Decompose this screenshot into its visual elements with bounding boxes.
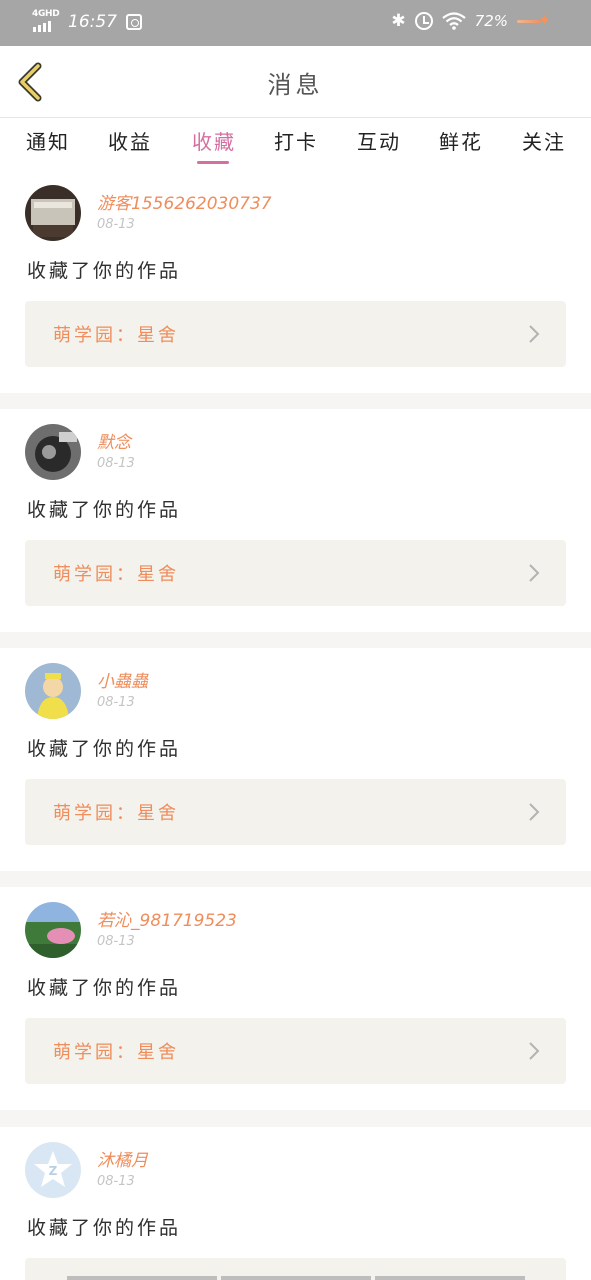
page-title: 消息 [267, 71, 324, 99]
chevron-right-icon [529, 803, 540, 821]
active-tab-indicator [197, 161, 229, 164]
message-item: 若沁_981719523 08-13 收藏了你的作品 萌学园：星舍 [0, 887, 591, 1110]
message-item: 小蟲蟲 08-13 收藏了你的作品 萌学园：星舍 [0, 648, 591, 871]
chevron-right-icon [529, 1042, 540, 1060]
work-link[interactable]: 萌学园：星舍 [25, 540, 566, 606]
wifi-icon [441, 12, 466, 30]
chevron-right-icon [529, 564, 540, 582]
username[interactable]: 默念 [97, 428, 131, 453]
username[interactable]: 若沁_981719523 [97, 906, 237, 931]
avatar[interactable] [25, 902, 81, 958]
work-title: 萌学园：星舍 [53, 325, 179, 346]
message-item: Z 沐橘月 08-13 收藏了你的作品 [0, 1127, 591, 1280]
work-link[interactable]: 萌学园：星舍 [25, 1018, 566, 1084]
alarm-icon [414, 12, 433, 30]
status-bar: 4GHD 16:57 ✱ 72% [0, 0, 591, 46]
tab-earnings[interactable]: 收益 [108, 126, 152, 155]
username[interactable]: 沐橘月 [97, 1146, 148, 1171]
tab-follows[interactable]: 关注 [522, 126, 566, 155]
message-date: 08-13 [97, 217, 135, 232]
message-tabs: 通知 收益 收藏 打卡 互动 鲜花 关注 [0, 118, 591, 170]
status-time: 16:57 [68, 12, 117, 32]
avatar[interactable] [25, 663, 81, 719]
message-action: 收藏了你的作品 [27, 260, 182, 282]
message-action: 收藏了你的作品 [27, 738, 182, 760]
message-item: 默念 08-13 收藏了你的作品 萌学园：星舍 [0, 409, 591, 632]
message-date: 08-13 [97, 1174, 135, 1189]
work-title: 萌学园：星舍 [53, 803, 179, 824]
username[interactable]: 游客1556262030737 [97, 189, 272, 214]
tab-flowers[interactable]: 鲜花 [439, 126, 483, 155]
avatar[interactable] [25, 424, 81, 480]
message-date: 08-13 [97, 934, 135, 949]
tab-checkin[interactable]: 打卡 [274, 126, 318, 155]
signal-icon: 4GHD [32, 9, 60, 34]
default-avatar-icon[interactable]: Z [25, 1142, 81, 1198]
work-title: 萌学园：星舍 [53, 564, 179, 585]
chevron-right-icon [529, 325, 540, 343]
svg-text:Z: Z [49, 1164, 58, 1178]
bluetooth-icon: ✱ [391, 11, 406, 31]
screenshot-icon [126, 14, 142, 30]
tab-interactions[interactable]: 互动 [357, 126, 401, 155]
message-action: 收藏了你的作品 [27, 1217, 182, 1239]
battery-level: 72% [474, 12, 508, 30]
nav-gesture-bar [67, 1276, 525, 1280]
network-type: 4GHD [32, 9, 60, 19]
work-title: 萌学园：星舍 [53, 1042, 179, 1063]
tab-favorites[interactable]: 收藏 [192, 126, 236, 155]
avatar[interactable] [25, 185, 81, 241]
work-link[interactable]: 萌学园：星舍 [25, 779, 566, 845]
message-action: 收藏了你的作品 [27, 499, 182, 521]
work-link[interactable]: 萌学园：星舍 [25, 301, 566, 367]
message-date: 08-13 [97, 456, 135, 471]
username[interactable]: 小蟲蟲 [97, 667, 148, 692]
tab-notifications[interactable]: 通知 [26, 126, 70, 155]
message-action: 收藏了你的作品 [27, 977, 182, 999]
message-date: 08-13 [97, 695, 135, 710]
message-item: 游客1556262030737 08-13 收藏了你的作品 萌学园：星舍 [0, 170, 591, 393]
app-header: 消息 [0, 46, 591, 118]
charging-spark-icon [517, 11, 551, 29]
